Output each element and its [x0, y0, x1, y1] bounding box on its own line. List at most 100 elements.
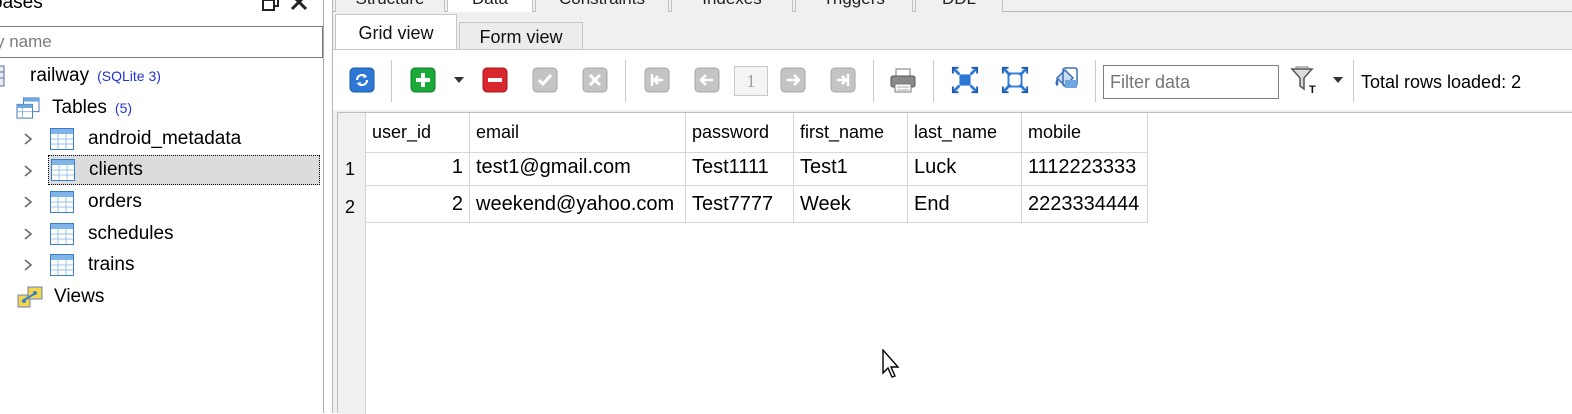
cell-user-id[interactable]: 1 [366, 149, 470, 186]
row-number[interactable]: 2 [345, 197, 355, 218]
tree-node-table-schedules[interactable]: schedules [50, 219, 174, 249]
expand-arrow-icon[interactable] [22, 258, 34, 272]
paint-button[interactable] [1051, 66, 1079, 94]
restore-window-icon[interactable] [261, 0, 281, 12]
tables-label: Tables [52, 97, 107, 118]
expand-arrow-icon[interactable] [22, 227, 34, 241]
filter-data-input[interactable] [1103, 65, 1279, 99]
close-icon[interactable] [289, 0, 309, 12]
table-name: clients [89, 159, 143, 180]
toolbar-separator [391, 60, 392, 102]
refresh-button[interactable] [348, 66, 376, 94]
tree-node-tables[interactable]: Tables (5) [16, 93, 132, 123]
commit-button[interactable] [531, 66, 559, 94]
toolbar-separator [625, 60, 626, 102]
cell-password[interactable]: Test1111 [686, 149, 794, 186]
print-icon [890, 68, 916, 93]
expand-cells-button[interactable] [951, 66, 979, 94]
page-number[interactable]: 1 [734, 66, 768, 96]
table-editor: Structure Data Constraints Indexes Trigg… [332, 0, 1572, 414]
panel-title: bases [0, 0, 43, 13]
mouse-cursor-icon [882, 349, 900, 378]
column-header-user-id[interactable]: user_id [366, 113, 470, 153]
filter-by-name-input[interactable] [0, 29, 316, 55]
rollback-icon [582, 67, 608, 93]
tab-ddl[interactable]: DDL [915, 0, 1003, 12]
databases-panel: bases railway (SQLite 3) Tabl [0, 0, 324, 413]
cell-email[interactable]: weekend@yahoo.com [470, 186, 686, 223]
last-page-icon [830, 67, 856, 93]
tab-structure[interactable]: Structure [335, 0, 445, 12]
filter-mode-dropdown[interactable] [1329, 66, 1347, 94]
next-page-button[interactable] [779, 66, 807, 94]
tree-node-table-trains[interactable]: trains [50, 250, 134, 280]
tree-node-table-android-metadata[interactable]: android_metadata [50, 124, 241, 154]
table-icon [50, 128, 74, 150]
table-icon [51, 159, 75, 181]
tree-node-views[interactable]: Views [16, 282, 104, 312]
first-page-icon [644, 67, 670, 93]
cell-mobile[interactable]: 1112223333 [1022, 149, 1148, 186]
expand-arrow-icon[interactable] [22, 164, 34, 178]
tables-count: (5) [114, 100, 133, 116]
cell-first-name[interactable]: Week [794, 186, 908, 223]
chevron-down-icon [454, 77, 464, 83]
row-number[interactable]: 1 [345, 159, 355, 180]
table-icon [50, 223, 74, 245]
toolbar-separator [1095, 60, 1096, 102]
shrink-cells-button[interactable] [1001, 66, 1029, 94]
column-header-email[interactable]: email [470, 113, 686, 153]
cell-last-name[interactable]: End [908, 186, 1022, 223]
shrink-arrows-icon [1001, 66, 1029, 94]
add-row-button[interactable] [409, 66, 437, 94]
tab-data[interactable]: Data [447, 0, 533, 12]
tab-form-view[interactable]: Form view [459, 22, 583, 52]
cell-user-id[interactable]: 2 [366, 186, 470, 223]
tree-node-database[interactable]: railway (SQLite 3) [0, 61, 161, 91]
expand-arrow-icon[interactable] [22, 195, 34, 209]
filter-by-name-box [0, 26, 323, 58]
tree-node-table-orders[interactable]: orders [50, 187, 142, 217]
database-icon [0, 65, 5, 87]
tab-indexes[interactable]: Indexes [671, 0, 793, 12]
data-grid: 1 2 user_id email password first_name la… [337, 112, 1572, 414]
column-header-mobile[interactable]: mobile [1022, 113, 1148, 153]
expand-arrows-icon [951, 66, 979, 94]
editor-tabs: Structure Data Constraints Indexes Trigg… [333, 0, 1572, 12]
add-row-icon [410, 67, 436, 93]
cell-email[interactable]: test1@gmail.com [470, 149, 686, 186]
cell-last-name[interactable]: Luck [908, 149, 1022, 186]
cell-first-name[interactable]: Test1 [794, 149, 908, 186]
paint-bucket-icon [1055, 67, 1078, 88]
table-name: orders [88, 191, 142, 212]
previous-page-button[interactable] [693, 66, 721, 94]
views-label: Views [54, 286, 105, 307]
print-button[interactable] [889, 66, 917, 94]
delete-row-button[interactable] [481, 66, 509, 94]
column-header-last-name[interactable]: last_name [908, 113, 1022, 153]
tree-node-table-clients[interactable]: clients [48, 155, 320, 185]
tab-grid-view[interactable]: Grid view [335, 14, 457, 52]
table-name: android_metadata [88, 128, 242, 149]
svg-text:T: T [1309, 84, 1316, 95]
cell-password[interactable]: Test7777 [686, 186, 794, 223]
column-header-first-name[interactable]: first_name [794, 113, 908, 153]
filter-icon: T [1290, 66, 1316, 95]
tab-constraints[interactable]: Constraints [535, 0, 669, 12]
last-page-button[interactable] [829, 66, 857, 94]
refresh-icon [349, 67, 375, 93]
expand-arrow-icon[interactable] [22, 132, 34, 146]
toolbar-separator [933, 60, 934, 102]
row-header-column: 1 2 [338, 113, 366, 414]
tables-folder-icon [16, 97, 40, 119]
database-type-note: (SQLite 3) [97, 68, 161, 84]
add-row-dropdown[interactable] [449, 66, 469, 94]
column-header-password[interactable]: password [686, 113, 794, 153]
table-name: trains [88, 254, 135, 275]
filter-mode-button[interactable]: T [1289, 66, 1321, 95]
rollback-button[interactable] [581, 66, 609, 94]
tab-triggers[interactable]: Triggers [795, 0, 913, 12]
cell-mobile[interactable]: 2223334444 [1022, 186, 1148, 223]
table-name: schedules [88, 223, 174, 244]
first-page-button[interactable] [643, 66, 671, 94]
